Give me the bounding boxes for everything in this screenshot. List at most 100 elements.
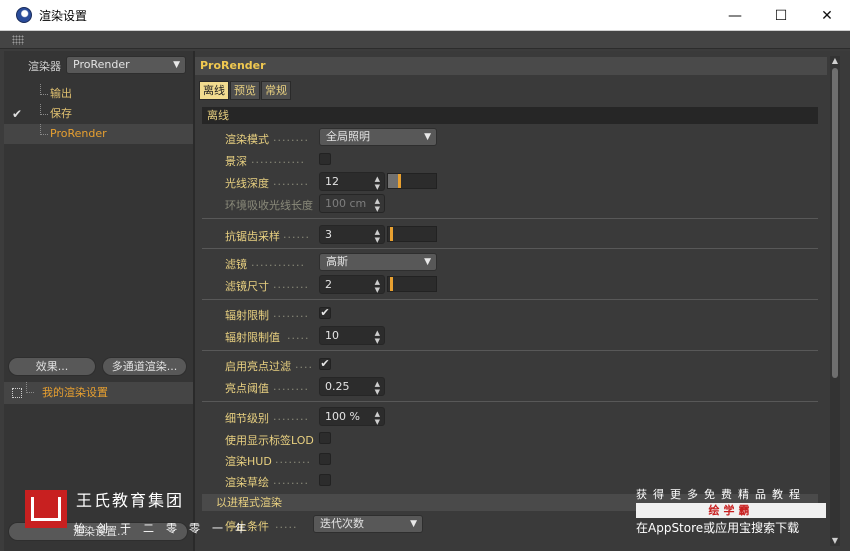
filter-size-label: 滤镜尺寸	[225, 280, 269, 293]
spinner-arrows-icon[interactable]: ▲ ▼	[375, 378, 380, 396]
radiance-clamp-value-label: 辐射限制值	[225, 331, 280, 344]
tree-item-prorender[interactable]: ProRender	[4, 124, 193, 144]
slider-handle[interactable]	[390, 227, 393, 241]
render-hud-label: 渲染HUD	[225, 455, 272, 468]
ray-depth-field[interactable]: 12 ▲ ▼	[319, 172, 385, 191]
render-sketch-label: 渲染草绘	[225, 476, 269, 489]
radiance-clamp-value-field[interactable]: 10 ▲ ▼	[319, 326, 385, 345]
separator	[202, 299, 818, 300]
renderer-dropdown[interactable]: ProRender ▼	[66, 56, 186, 74]
radiance-clamp-value: 10	[325, 329, 339, 342]
spinner-arrows-icon: ▲ ▼	[374, 197, 380, 213]
tab-preview[interactable]: 预览	[230, 81, 260, 100]
firefly-threshold-value: 0.25	[325, 380, 350, 393]
aa-samples-slider[interactable]	[387, 226, 437, 242]
slider-handle[interactable]	[390, 277, 393, 291]
firefly-filter-checkbox[interactable]: ✔	[319, 358, 331, 370]
brand-logo	[25, 490, 67, 528]
spinner-arrows-icon[interactable]: ▲ ▼	[375, 173, 380, 191]
renderer-row: 渲染器 ProRender ▼	[4, 55, 193, 75]
renderer-label: 渲染器	[28, 60, 61, 73]
left-panel: 渲染器 ProRender ▼ 输出 ✔ 保存 ProRender 效果... …	[4, 51, 193, 551]
maximize-button[interactable]: ☐	[758, 0, 804, 31]
grip-handle-icon[interactable]	[12, 35, 24, 45]
multipass-render-button[interactable]: 多通道渲染...	[102, 357, 187, 376]
renderer-dropdown-value: ProRender	[73, 58, 130, 71]
separator	[202, 401, 818, 402]
effects-button[interactable]: 效果...	[8, 357, 96, 376]
spinner-arrows-icon[interactable]: ▲ ▼	[375, 276, 380, 294]
render-preset-item[interactable]: 我的渲染设置	[4, 382, 193, 404]
cinema4d-app-icon	[16, 7, 32, 23]
chevron-down-icon: ▼	[424, 257, 431, 267]
close-button[interactable]: ✕	[804, 0, 850, 31]
settings-tree: 输出 ✔ 保存 ProRender	[4, 84, 193, 144]
panel-header: ProRender	[195, 57, 827, 75]
toolbar-strip	[0, 31, 850, 49]
env-ray-length-field: 100 cm ▲ ▼	[319, 194, 385, 213]
tree-item-label: 保存	[50, 107, 72, 120]
filter-dropdown[interactable]: 高斯 ▼	[319, 253, 437, 271]
aa-samples-label: 抗锯齿采样	[225, 230, 280, 243]
firefly-threshold-label: 亮点阈值	[225, 382, 269, 395]
filter-value: 高斯	[326, 255, 348, 268]
ray-depth-row: 光线深度 ........ 12 ▲ ▼	[225, 172, 825, 192]
aa-samples-value: 3	[325, 228, 332, 241]
aa-samples-field[interactable]: 3 ▲ ▼	[319, 225, 385, 244]
ray-depth-label: 光线深度	[225, 177, 269, 190]
radiance-clamp-label: 辐射限制	[225, 309, 269, 322]
render-hud-row: 渲染HUD ........	[225, 450, 825, 470]
ray-depth-slider[interactable]	[387, 173, 437, 189]
filter-row: 滤镜 ............ 高斯 ▼	[225, 253, 825, 273]
separator	[202, 218, 818, 219]
firefly-filter-row: 启用亮点过滤 .... ✔	[225, 357, 331, 373]
minimize-button[interactable]: —	[712, 0, 758, 31]
filter-label: 滤镜	[225, 258, 247, 271]
expand-icon[interactable]	[12, 388, 22, 398]
scroll-down-icon[interactable]: ▼	[830, 536, 840, 546]
tab-offline[interactable]: 离线	[199, 81, 229, 100]
tab-general[interactable]: 常规	[261, 81, 291, 100]
checkmark-icon[interactable]: ✔	[12, 104, 22, 124]
ray-depth-value: 12	[325, 175, 339, 188]
render-sketch-checkbox[interactable]	[319, 474, 331, 486]
separator	[202, 248, 818, 249]
section-offline[interactable]: 离线	[202, 107, 818, 124]
separator	[202, 350, 818, 351]
spinner-arrows-icon[interactable]: ▲ ▼	[375, 226, 380, 244]
lod-row: 细节级别 ........ 100 % ▲ ▼	[225, 407, 825, 427]
title-bar: 渲染设置 — ☐ ✕	[0, 0, 850, 31]
use-display-lod-checkbox[interactable]	[319, 432, 331, 444]
spinner-arrows-icon[interactable]: ▲ ▼	[375, 408, 380, 426]
radiance-clamp-checkbox[interactable]: ✔	[319, 307, 331, 319]
dof-checkbox[interactable]	[319, 153, 331, 165]
scroll-up-icon[interactable]: ▲	[830, 56, 840, 66]
scrollbar-thumb[interactable]	[832, 68, 838, 378]
env-ray-length-value: 100 cm	[325, 197, 367, 210]
stop-condition-dropdown[interactable]: 迭代次数 ▼	[313, 515, 423, 533]
radiance-clamp-row: 辐射限制 ........ ✔	[225, 306, 331, 322]
spinner-arrows-icon[interactable]: ▲ ▼	[375, 327, 380, 345]
lod-field[interactable]: 100 % ▲ ▼	[319, 407, 385, 426]
render-mode-dropdown[interactable]: 全局照明 ▼	[319, 128, 437, 146]
tree-item-save[interactable]: ✔ 保存	[4, 104, 193, 124]
chevron-down-icon: ▼	[410, 519, 417, 529]
dof-label: 景深	[225, 155, 247, 168]
filter-size-field[interactable]: 2 ▲ ▼	[319, 275, 385, 294]
window-title: 渲染设置	[39, 8, 88, 23]
tree-item-output[interactable]: 输出	[4, 84, 193, 104]
chevron-down-icon: ▼	[173, 60, 180, 70]
firefly-threshold-row: 亮点阈值 ........ 0.25 ▲ ▼	[225, 377, 825, 397]
lod-value: 100 %	[325, 410, 360, 423]
slider-handle[interactable]	[398, 174, 401, 188]
render-hud-checkbox[interactable]	[319, 453, 331, 465]
firefly-filter-label: 启用亮点过滤	[225, 360, 291, 373]
chevron-down-icon: ▼	[424, 132, 431, 142]
filter-size-slider[interactable]	[387, 276, 437, 292]
firefly-threshold-field[interactable]: 0.25 ▲ ▼	[319, 377, 385, 396]
filter-size-row: 滤镜尺寸 ........ 2 ▲ ▼	[225, 275, 825, 295]
tree-item-label: ProRender	[50, 127, 107, 140]
radiance-clamp-value-row: 辐射限制值 ..... 10 ▲ ▼	[225, 326, 825, 346]
right-panel: ProRender 离线 预览 常规 离线 渲染模式 ........ 全局照明…	[195, 51, 850, 551]
render-mode-value: 全局照明	[326, 130, 370, 143]
